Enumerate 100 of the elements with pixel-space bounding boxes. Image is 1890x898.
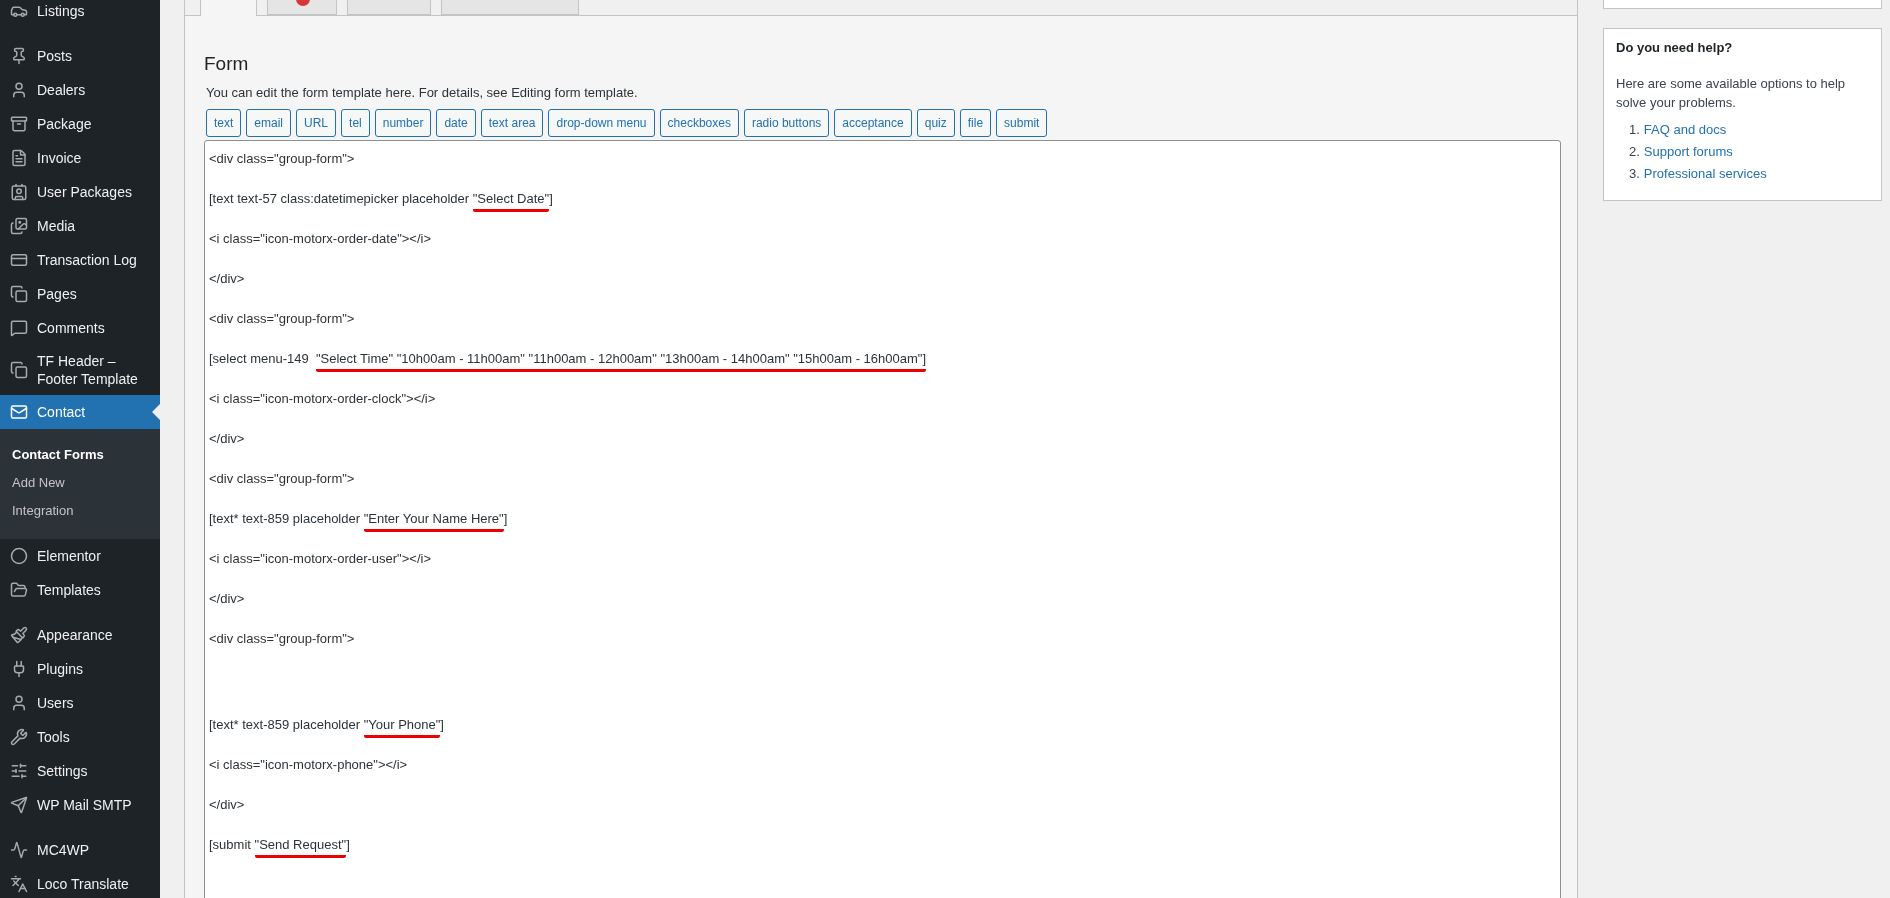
- sidebar-item[interactable]: Posts: [0, 28, 160, 73]
- sidebar-item-label: WP Mail SMTP: [37, 796, 132, 814]
- code-line: <i class="icon-motorx-phone"></i>: [209, 756, 409, 774]
- id-card-icon: [10, 183, 28, 201]
- tag-button[interactable]: URL: [296, 109, 337, 137]
- tag-button[interactable]: drop-down menu: [548, 109, 655, 137]
- sidebar-item-label: Media: [37, 217, 76, 235]
- sidebar-item[interactable]: TF Header – Footer Template: [0, 345, 160, 395]
- sidebar-item[interactable]: MC4WP: [0, 822, 160, 867]
- code-line: <div class="group-form">: [209, 310, 356, 328]
- sidebar-item[interactable]: Transaction Log: [0, 243, 160, 277]
- tag-button[interactable]: radio buttons: [743, 109, 830, 137]
- person-icon: [10, 694, 28, 712]
- sidebar-item[interactable]: Dealers: [0, 73, 160, 107]
- sidebar-item-label: TF Header – Footer Template: [37, 352, 139, 388]
- sidebar-item-label: Dealers: [37, 81, 86, 99]
- sidebar-item[interactable]: Media: [0, 209, 160, 243]
- pages-icon: [10, 361, 28, 379]
- pages-icon: [10, 285, 28, 303]
- sliders-icon: [10, 762, 28, 780]
- pin-icon: [10, 47, 28, 65]
- sidebar-item-label: Pages: [37, 285, 77, 303]
- tag-button[interactable]: date: [436, 109, 476, 137]
- code-line: </div>: [209, 270, 246, 288]
- help-link[interactable]: Support forums: [1643, 142, 1733, 162]
- code-line: </div>: [209, 796, 246, 814]
- translate-icon: [10, 875, 28, 893]
- sidebar-item-label: Plugins: [37, 660, 83, 678]
- code-line: <div class="group-form">: [209, 150, 356, 168]
- sidebar-item-label: Settings: [37, 762, 88, 780]
- form-template-editor[interactable]: [204, 140, 1561, 898]
- sidebar-item-label: Comments: [37, 319, 105, 337]
- sidebar-item[interactable]: Loco Translate: [0, 867, 160, 898]
- sidebar-item[interactable]: User Packages: [0, 175, 160, 209]
- code-line: <i class="icon-motorx-order-user"></i>: [209, 550, 432, 568]
- sidebar-item[interactable]: Tools: [0, 720, 160, 754]
- envelope-icon: [10, 403, 28, 421]
- sidebar-item-label: User Packages: [37, 183, 132, 201]
- card-icon: [10, 251, 28, 269]
- sidebar-item-label: Loco Translate: [37, 875, 129, 893]
- media-icon: [10, 217, 28, 235]
- comment-icon: [10, 319, 28, 337]
- list-number: 1.: [1629, 121, 1640, 139]
- code-line: [text* text-859 placeholder "Enter Your Name Here"]: [209, 509, 1556, 529]
- tag-button[interactable]: number: [374, 109, 432, 137]
- tag-button[interactable]: submit: [996, 109, 1048, 137]
- code-line: [submit "Send Request"]: [209, 835, 1556, 855]
- code-line: <i class="icon-motorx-order-clock"></i>: [209, 390, 437, 408]
- help-title: Do you need help?: [1616, 40, 1734, 55]
- sidebar-item[interactable]: Appearance: [0, 607, 160, 652]
- sidebar-item-label: MC4WP: [37, 841, 90, 859]
- box-icon: [10, 115, 28, 133]
- tab[interactable]: [200, 0, 257, 16]
- form-description: You can edit the form template here. For details, see Editing form template.: [206, 85, 639, 100]
- sidebar-item[interactable]: Invoice: [0, 141, 160, 175]
- code-line: </div>: [209, 430, 246, 448]
- sidebar-item[interactable]: Package: [0, 107, 160, 141]
- submenu-item[interactable]: Integration: [0, 497, 160, 525]
- code-line: <div class="group-form">: [209, 630, 356, 648]
- form-title: Form: [204, 52, 250, 76]
- sidebar-item[interactable]: Contact: [0, 395, 160, 429]
- sidebar-item[interactable]: Elementor: [0, 539, 160, 573]
- sidebar-item[interactable]: Comments: [0, 311, 160, 345]
- help-text: Here are some available options to help solve your problems.: [1616, 75, 1847, 112]
- sidebar-item[interactable]: Plugins: [0, 652, 160, 686]
- sidebar-item[interactable]: Templates: [0, 573, 160, 607]
- sidebar-item-label: Posts: [37, 47, 72, 65]
- sidebar-item-label: Tools: [37, 728, 70, 746]
- help-link[interactable]: Professional services: [1643, 164, 1767, 184]
- tab[interactable]: [267, 0, 337, 15]
- tag-button[interactable]: tel: [341, 109, 370, 137]
- code-line: </div>: [209, 590, 246, 608]
- sidebar-item-label: Templates: [37, 581, 101, 599]
- submenu-item[interactable]: Add New: [0, 469, 160, 497]
- help-link[interactable]: FAQ and docs: [1643, 120, 1727, 140]
- sidebar-item[interactable]: Settings: [0, 754, 160, 788]
- submenu-item[interactable]: Contact Forms: [0, 441, 160, 469]
- sidebar-item-label: Package: [37, 115, 92, 133]
- code-line: <i class="icon-motorx-order-date"></i>: [209, 230, 433, 248]
- code-line: [text* text-859 placeholder "Your Phone"]: [209, 669, 1556, 735]
- tag-button[interactable]: email: [246, 109, 292, 137]
- sidebar-item-label: Listings: [37, 2, 85, 20]
- document-icon: [10, 149, 28, 167]
- tag-button[interactable]: quiz: [916, 109, 955, 137]
- wrench-icon: [10, 728, 28, 746]
- tag-button[interactable]: acceptance: [834, 109, 912, 137]
- code-line: [select menu-149 "Select Time" "10h00am - 11h00am" "11h00am - 12h00am" "13h00am - 14h00am" "15h00am - 16h00am"]: [209, 349, 1556, 369]
- list-number: 3.: [1629, 165, 1640, 183]
- sidebar-item[interactable]: Listings: [0, 0, 160, 28]
- sidebar-item[interactable]: Users: [0, 686, 160, 720]
- sidebar-item[interactable]: WP Mail SMTP: [0, 788, 160, 822]
- tag-button[interactable]: text area: [480, 109, 544, 137]
- code-line: [text text-57 class:datetimepicker placeholder "Select Date"]: [209, 189, 1556, 209]
- tag-button[interactable]: file: [959, 109, 992, 137]
- sidebar-item-label: Users: [37, 694, 74, 712]
- folder-icon: [10, 581, 28, 599]
- person-icon: [10, 81, 28, 99]
- sidebar-item[interactable]: Pages: [0, 277, 160, 311]
- tag-button[interactable]: text: [206, 109, 242, 137]
- tag-button[interactable]: checkboxes: [659, 109, 739, 137]
